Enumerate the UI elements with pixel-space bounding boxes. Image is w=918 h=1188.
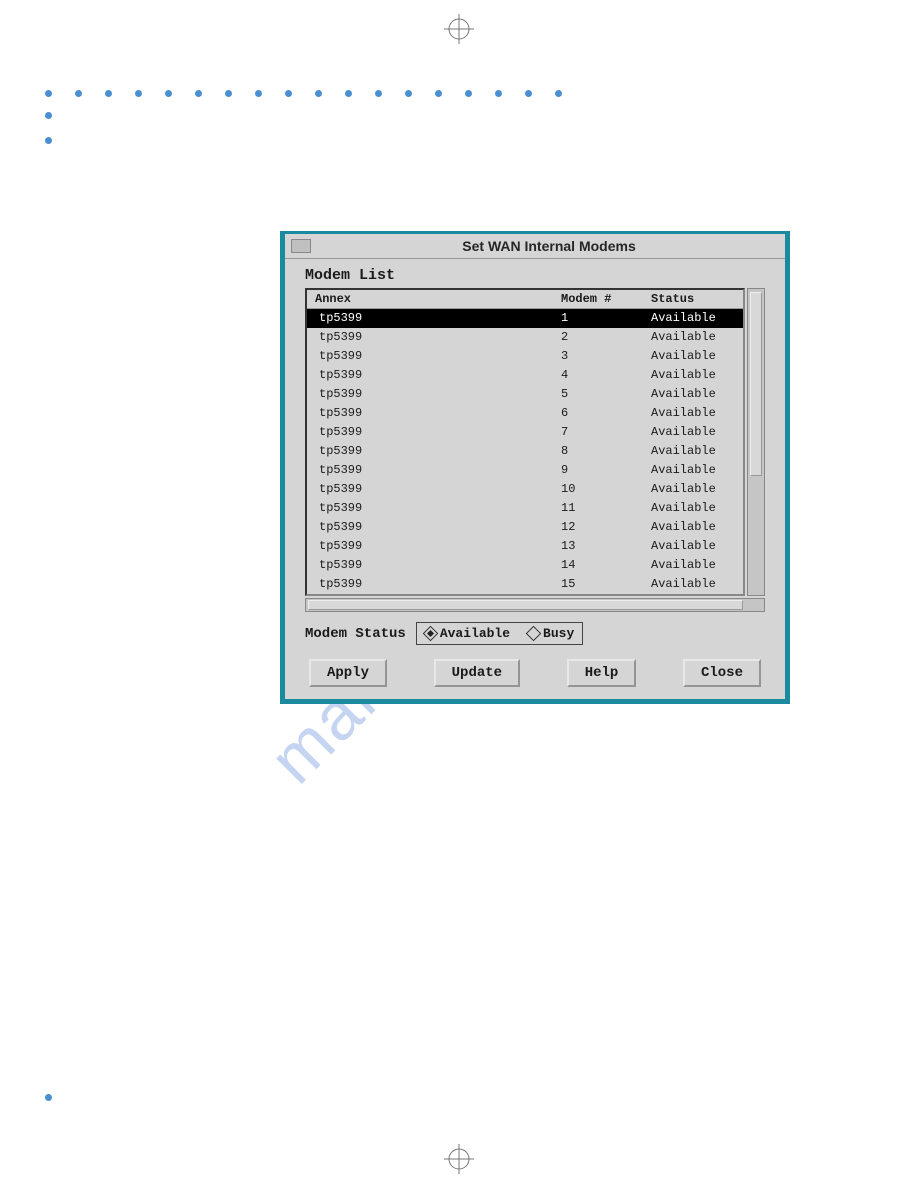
column-header-annex: Annex	[307, 290, 557, 308]
cell-annex: tp5399	[307, 461, 557, 480]
table-row[interactable]: tp539915Available	[307, 575, 743, 594]
dialog-title: Set WAN Internal Modems	[319, 238, 779, 254]
radio-label: Busy	[543, 626, 574, 641]
cell-modem: 4	[557, 366, 647, 385]
cell-modem: 14	[557, 556, 647, 575]
cell-modem: 3	[557, 347, 647, 366]
radio-diamond-icon	[526, 626, 542, 642]
cell-status: Available	[647, 328, 743, 347]
cell-modem: 7	[557, 423, 647, 442]
modem-status-radio-group: Available Busy	[416, 622, 583, 645]
table-row[interactable]: tp53999Available	[307, 461, 743, 480]
cell-annex: tp5399	[307, 442, 557, 461]
cell-annex: tp5399	[307, 385, 557, 404]
radio-available[interactable]: Available	[425, 626, 510, 641]
cell-status: Available	[647, 537, 743, 556]
cell-modem: 5	[557, 385, 647, 404]
cell-modem: 11	[557, 499, 647, 518]
cell-modem: 12	[557, 518, 647, 537]
update-button[interactable]: Update	[434, 659, 520, 687]
cell-annex: tp5399	[307, 499, 557, 518]
help-button[interactable]: Help	[567, 659, 637, 687]
table-row[interactable]: tp539912Available	[307, 518, 743, 537]
modem-list-header: Annex Modem # Status	[307, 290, 743, 309]
radio-label: Available	[440, 626, 510, 641]
decorative-dot-column	[45, 112, 52, 144]
cell-status: Available	[647, 347, 743, 366]
table-row[interactable]: tp53997Available	[307, 423, 743, 442]
crop-mark-top-icon	[444, 14, 474, 44]
cell-annex: tp5399	[307, 480, 557, 499]
table-row[interactable]: tp539910Available	[307, 480, 743, 499]
vertical-scrollbar[interactable]	[747, 288, 765, 596]
set-wan-internal-modems-dialog: Set WAN Internal Modems Modem List Annex…	[280, 231, 790, 704]
cell-modem: 6	[557, 404, 647, 423]
cell-status: Available	[647, 556, 743, 575]
cell-status: Available	[647, 404, 743, 423]
table-row[interactable]: tp53993Available	[307, 347, 743, 366]
cell-status: Available	[647, 499, 743, 518]
cell-status: Available	[647, 385, 743, 404]
dialog-titlebar: Set WAN Internal Modems	[285, 234, 785, 259]
table-row[interactable]: tp53996Available	[307, 404, 743, 423]
scrollbar-thumb[interactable]	[750, 292, 762, 476]
cell-annex: tp5399	[307, 575, 557, 594]
table-row[interactable]: tp53992Available	[307, 328, 743, 347]
decorative-dot-bottom	[45, 1094, 52, 1101]
radio-busy[interactable]: Busy	[528, 626, 574, 641]
cell-status: Available	[647, 575, 743, 594]
crop-mark-bottom-icon	[444, 1144, 474, 1174]
cell-status: Available	[647, 461, 743, 480]
cell-annex: tp5399	[307, 518, 557, 537]
cell-status: Available	[647, 442, 743, 461]
column-header-status: Status	[647, 290, 743, 308]
modem-list-label: Modem List	[285, 259, 785, 288]
cell-status: Available	[647, 480, 743, 499]
cell-modem: 9	[557, 461, 647, 480]
cell-annex: tp5399	[307, 366, 557, 385]
cell-annex: tp5399	[307, 328, 557, 347]
cell-annex: tp5399	[307, 556, 557, 575]
cell-modem: 13	[557, 537, 647, 556]
table-row[interactable]: tp53991Available	[307, 309, 743, 328]
close-button[interactable]: Close	[683, 659, 761, 687]
cell-annex: tp5399	[307, 404, 557, 423]
radio-diamond-icon	[423, 626, 439, 642]
cell-status: Available	[647, 518, 743, 537]
cell-annex: tp5399	[307, 347, 557, 366]
cell-annex: tp5399	[307, 423, 557, 442]
column-header-modem: Modem #	[557, 290, 647, 308]
decorative-dot-row	[45, 90, 562, 97]
modem-status-label: Modem Status	[305, 626, 406, 642]
cell-modem: 10	[557, 480, 647, 499]
cell-status: Available	[647, 309, 743, 328]
cell-status: Available	[647, 423, 743, 442]
cell-modem: 15	[557, 575, 647, 594]
cell-status: Available	[647, 366, 743, 385]
cell-modem: 1	[557, 309, 647, 328]
modem-list[interactable]: Annex Modem # Status tp53991Availabletp5…	[305, 288, 745, 596]
table-row[interactable]: tp539914Available	[307, 556, 743, 575]
table-row[interactable]: tp53995Available	[307, 385, 743, 404]
cell-modem: 2	[557, 328, 647, 347]
cell-annex: tp5399	[307, 309, 557, 328]
table-row[interactable]: tp539913Available	[307, 537, 743, 556]
cell-annex: tp5399	[307, 537, 557, 556]
cell-modem: 8	[557, 442, 647, 461]
table-row[interactable]: tp539911Available	[307, 499, 743, 518]
scrollbar-thumb[interactable]	[308, 600, 743, 610]
table-row[interactable]: tp53998Available	[307, 442, 743, 461]
window-menu-icon[interactable]	[291, 239, 311, 253]
table-row[interactable]: tp53994Available	[307, 366, 743, 385]
apply-button[interactable]: Apply	[309, 659, 387, 687]
horizontal-scrollbar[interactable]	[305, 598, 765, 612]
